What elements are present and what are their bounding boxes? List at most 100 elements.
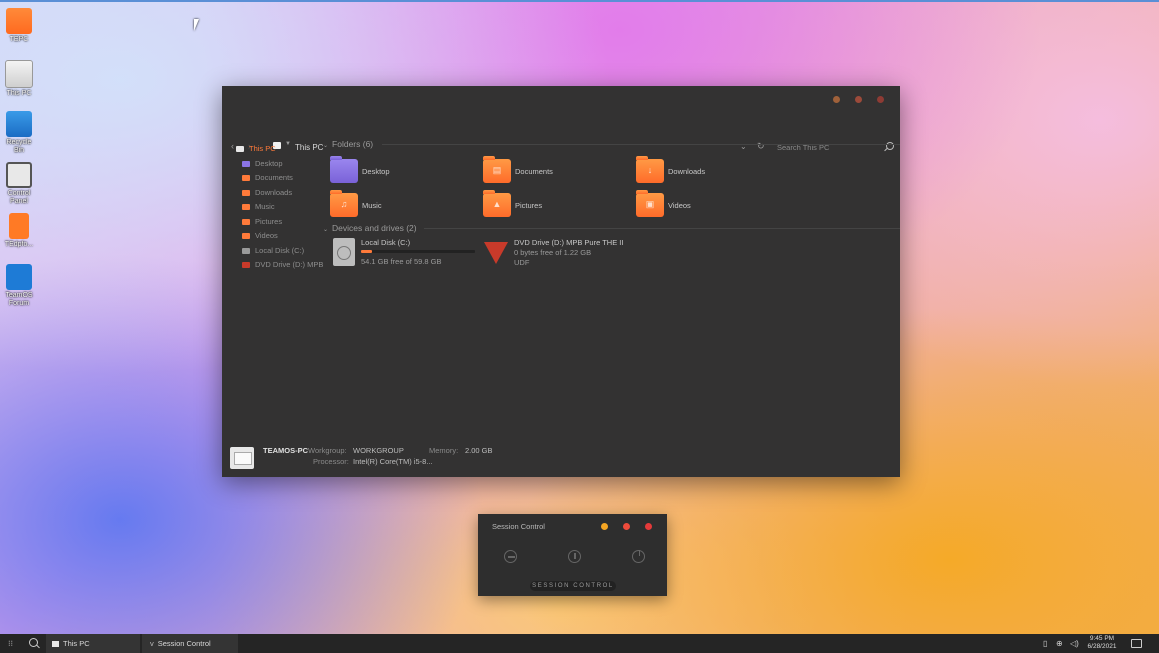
teamos-icon	[6, 264, 32, 290]
videos-folder-icon	[242, 233, 250, 239]
desktop-icon-teamos[interactable]: TeamOS Forum	[2, 264, 36, 308]
address-bar: ‹ › ▼ This PC ⌄ ↻	[222, 112, 900, 153]
drive-space: 0 bytes free of 1.22 GB	[514, 248, 592, 257]
title-bar[interactable]	[222, 86, 900, 112]
folder-tile-desktop[interactable]: Desktop	[330, 156, 480, 187]
folder-tile-videos[interactable]: ▣ Videos	[636, 190, 786, 221]
folder-name: Downloads	[668, 167, 706, 176]
nav-item-local-disk[interactable]: Local Disk (C:)	[236, 244, 328, 259]
folder-tile-downloads[interactable]: ↓ Downloads	[636, 156, 786, 187]
nav-item-downloads[interactable]: Downloads	[236, 186, 328, 201]
group-header-label: Folders (6)	[332, 139, 374, 149]
details-pane: TEAMOS-PC Workgroup: WORKGROUP Memory: 2…	[222, 442, 900, 477]
pictures-folder-icon	[242, 218, 250, 225]
logout-icon[interactable]	[504, 550, 517, 563]
folder-name: Documents	[515, 167, 553, 176]
maximize-button[interactable]	[855, 96, 862, 103]
close-button[interactable]	[645, 523, 652, 530]
search-icon[interactable]	[29, 638, 38, 647]
computer-icon	[230, 447, 254, 469]
desktop-icon-recycle-bin[interactable]: Recycle Bin	[2, 111, 36, 155]
clock-time: 9:45 PM	[1089, 635, 1115, 642]
session-title: Session Control	[492, 522, 545, 531]
desktop-icon-label: TeamOS Forum	[5, 292, 33, 307]
mouse-cursor-icon	[194, 19, 204, 31]
desktop-icon-label: Recycle Bin	[6, 139, 32, 154]
folder-icon	[6, 8, 32, 34]
nav-item-label: This PC	[249, 144, 276, 153]
memory-value: 2.00 GB	[465, 446, 493, 455]
power-icon[interactable]	[632, 550, 645, 563]
nav-item-videos[interactable]: Videos	[236, 229, 328, 244]
refresh-icon[interactable]: ↻	[757, 141, 765, 152]
network-icon[interactable]: ⊕	[1056, 639, 1063, 648]
clock-date: 6/28/2021	[1087, 643, 1117, 650]
taskbar-item-session-control[interactable]: v Session Control	[142, 634, 238, 653]
desktop-icon-label: Control Panel	[7, 190, 31, 205]
folder-tile-music[interactable]: ♫ Music	[330, 190, 480, 221]
drive-space: 54.1 GB free of 59.8 GB	[361, 257, 442, 266]
folder-name: Pictures	[515, 201, 543, 210]
notifications-icon[interactable]	[1131, 639, 1142, 648]
start-icon[interactable]: ⁝⁝	[8, 639, 13, 648]
disk-icon	[333, 238, 355, 266]
folder-name: Music	[362, 201, 382, 210]
minimize-button[interactable]	[601, 523, 608, 530]
folder-tile-pictures[interactable]: ▲ Pictures	[483, 190, 633, 221]
desktop-icon-this-pc[interactable]: This PC	[2, 60, 36, 98]
workgroup-value: WORKGROUP	[353, 446, 404, 455]
videos-folder-icon: ▣	[636, 190, 664, 217]
group-header-label: Devices and drives (2)	[332, 223, 417, 233]
clock[interactable]: 9:45 PM 6/28/2021	[1082, 635, 1122, 651]
volume-icon[interactable]: ◁)	[1070, 639, 1079, 648]
dvd-icon	[484, 242, 508, 264]
pictures-folder-icon: ▲	[483, 190, 511, 217]
folder-tile-documents[interactable]: ▤ Documents	[483, 156, 633, 187]
back-arrow-icon[interactable]: ‹	[231, 141, 234, 151]
desktop-icon-tepc[interactable]: TEPC	[2, 8, 36, 44]
drive-usage-fill	[361, 250, 373, 253]
this-pc-icon	[236, 146, 244, 152]
desktop-icon-label: This PC	[6, 90, 32, 97]
nav-item-label: Pictures	[255, 216, 283, 226]
drive-tile-local-disk[interactable]: Local Disk (C:) 54.1 GB free of 59.8 GB	[333, 238, 483, 268]
drive-tile-dvd[interactable]: DVD Drive (D:) MPB Pure THE II 0 bytes f…	[484, 238, 634, 268]
downloads-folder-icon	[242, 189, 250, 196]
desktop-icon-app[interactable]: TEdpfo...	[2, 213, 36, 249]
downloads-folder-icon: ↓	[636, 156, 664, 183]
taskbar-item-this-pc[interactable]: This PC	[46, 634, 140, 653]
documents-folder-icon	[242, 175, 250, 181]
battery-icon[interactable]: ▯	[1043, 639, 1047, 648]
search-input[interactable]	[777, 141, 877, 153]
nav-item-label: Documents	[255, 173, 293, 182]
explorer-window: ‹ › ▼ This PC ⌄ ↻ This PC Desktop Docume…	[222, 86, 900, 477]
dvd-icon	[242, 262, 250, 268]
pc-name: TEAMOS-PC	[263, 446, 308, 455]
chevron-down-icon: ⌄	[323, 227, 329, 233]
nav-item-documents[interactable]: Documents	[236, 171, 328, 186]
nav-item-label: Videos	[255, 231, 278, 240]
music-folder-icon: ♫	[330, 190, 358, 217]
minimize-button[interactable]	[833, 96, 840, 103]
close-button[interactable]	[877, 96, 884, 103]
nav-item-this-pc[interactable]: This PC	[236, 142, 328, 157]
session-label: SESSION CONTROL	[530, 581, 616, 591]
screen-top-border	[0, 0, 1159, 2]
folders-group-header[interactable]: ⌄ Folders (6)	[323, 139, 373, 149]
nav-item-pictures[interactable]: Pictures	[236, 215, 328, 230]
taskbar-item-label: This PC	[63, 639, 90, 648]
desktop-icon-label: TEPC	[9, 36, 29, 43]
nav-item-desktop[interactable]: Desktop	[236, 157, 328, 172]
sleep-icon[interactable]	[568, 550, 581, 563]
desktop-folder-icon	[242, 160, 250, 167]
workgroup-label: Workgroup:	[308, 446, 347, 455]
nav-item-dvd-drive[interactable]: DVD Drive (D:) MPB	[236, 258, 328, 273]
control-panel-icon	[6, 162, 32, 188]
desktop-folder-icon	[330, 156, 358, 183]
memory-label: Memory:	[429, 446, 459, 455]
nav-item-music[interactable]: Music	[236, 200, 328, 215]
desktop-icon-control-panel[interactable]: Control Panel	[2, 162, 36, 206]
disk-icon	[242, 247, 250, 254]
devices-group-header[interactable]: ⌄ Devices and drives (2)	[323, 223, 417, 233]
maximize-button[interactable]	[623, 523, 630, 530]
